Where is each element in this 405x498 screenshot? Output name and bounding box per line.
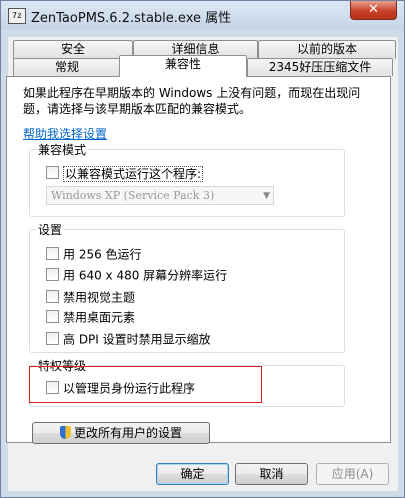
tab-previous-versions[interactable]: 以前的版本: [258, 40, 396, 59]
app-icon: 7z: [8, 8, 26, 24]
setting-high-dpi-row[interactable]: 高 DPI 设置时禁用显示缩放: [46, 331, 211, 347]
apply-button[interactable]: 应用(A): [316, 463, 389, 485]
properties-window: 7z ZenTaoPMS.6.2.stable.exe 属性 ✕ 安全 详细信息…: [0, 0, 405, 498]
change-all-users-button[interactable]: 更改所有用户的设置: [32, 422, 210, 444]
chevron-down-icon: ▼: [263, 191, 270, 201]
setting-256-colors-label: 用 256 色运行: [63, 247, 142, 262]
uac-shield-icon: [59, 426, 71, 439]
setting-640x480-label: 用 640 x 480 屏幕分辨率运行: [63, 268, 228, 283]
setting-disable-desktop-checkbox[interactable]: [46, 310, 59, 323]
setting-high-dpi-checkbox[interactable]: [46, 332, 59, 345]
setting-high-dpi-label: 高 DPI 设置时禁用显示缩放: [63, 332, 211, 347]
compat-os-value: Windows XP (Service Pack 3): [51, 189, 215, 202]
compat-mode-label: 以兼容模式运行这个程序:: [63, 165, 204, 182]
setting-disable-desktop-label: 禁用桌面元素: [63, 310, 136, 325]
tab-general[interactable]: 常规: [13, 58, 121, 76]
compat-mode-checkbox[interactable]: [46, 166, 59, 179]
setting-disable-desktop-row[interactable]: 禁用桌面元素: [46, 309, 135, 325]
setting-640x480-row[interactable]: 用 640 x 480 屏幕分辨率运行: [46, 267, 227, 283]
setting-256-colors-checkbox[interactable]: [46, 247, 59, 260]
window-title: ZenTaoPMS.6.2.stable.exe 属性: [31, 11, 232, 26]
setting-disable-themes-checkbox[interactable]: [46, 290, 59, 303]
settings-title: 设置: [36, 221, 65, 238]
help-choose-settings-link[interactable]: 帮助我选择设置: [23, 125, 107, 142]
setting-640x480-checkbox[interactable]: [46, 268, 59, 281]
cancel-button[interactable]: 取消: [235, 463, 308, 485]
description-text: 如果此程序在早期版本的 Windows 上没有问题，而现在出现问题，请选择与该早…: [23, 86, 361, 116]
close-button[interactable]: ✕: [350, 1, 397, 20]
ok-button[interactable]: 确定: [156, 463, 229, 485]
setting-disable-themes-row[interactable]: 禁用视觉主题: [46, 289, 135, 305]
setting-256-colors-row[interactable]: 用 256 色运行: [46, 246, 142, 262]
tab-2345-compress[interactable]: 2345好压压缩文件: [247, 58, 393, 76]
highlight-box: [29, 366, 262, 403]
compat-os-select[interactable]: Windows XP (Service Pack 3) ▼: [46, 186, 274, 205]
compat-mode-group: [29, 149, 345, 217]
tab-compatibility[interactable]: 兼容性: [119, 55, 247, 77]
title-bar[interactable]: 7z ZenTaoPMS.6.2.stable.exe 属性 ✕: [1, 1, 404, 29]
compat-mode-checkbox-row[interactable]: 以兼容模式运行这个程序:: [46, 165, 204, 182]
change-all-users-label: 更改所有用户的设置: [73, 426, 182, 440]
tab-security[interactable]: 安全: [13, 40, 133, 59]
compat-mode-title: 兼容模式: [36, 141, 89, 158]
setting-disable-themes-label: 禁用视觉主题: [63, 290, 136, 305]
